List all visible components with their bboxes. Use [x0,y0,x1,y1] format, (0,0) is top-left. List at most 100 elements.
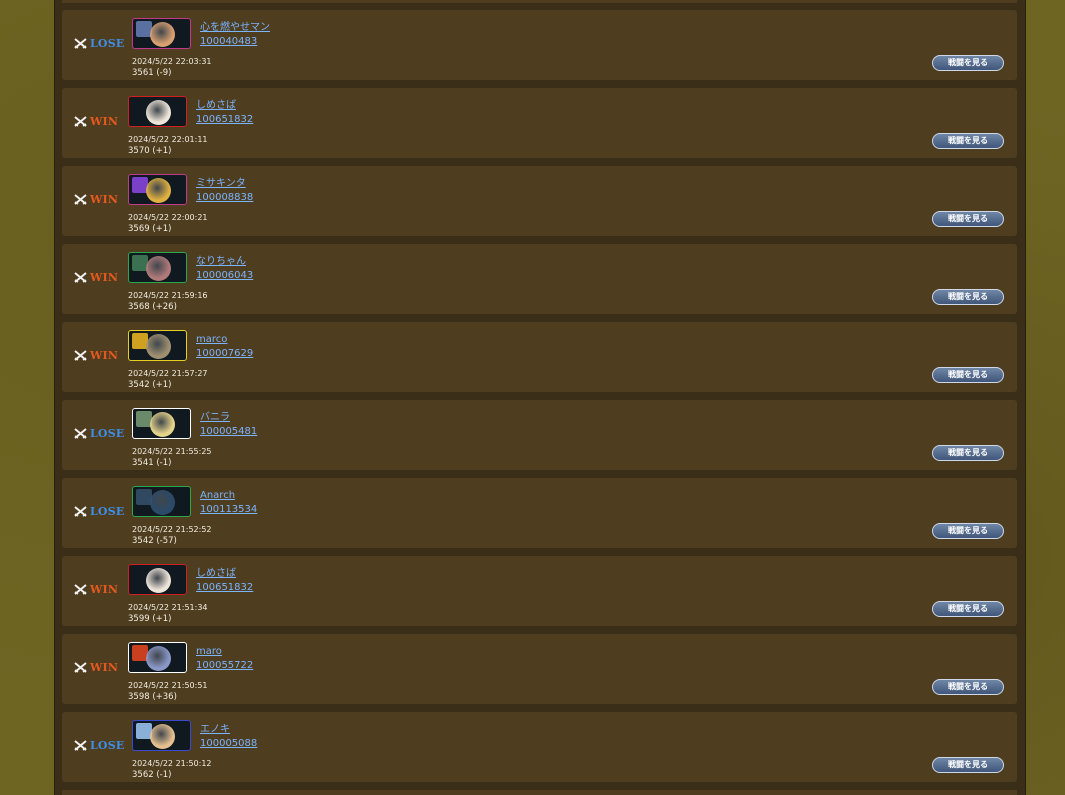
result-badge: LOSE [74,505,124,518]
opponent-id-link[interactable]: 100651832 [196,114,253,126]
result-label: WIN [90,661,119,674]
character-portrait-icon [150,412,175,437]
battle-datetime: 2024/5/22 22:01:11 [128,135,208,144]
opponent-avatar[interactable] [128,564,187,595]
result-label: WIN [90,271,119,284]
result-badge: WIN [74,115,118,128]
opponent-id-link[interactable]: 100007629 [196,348,253,360]
battle-datetime: 2024/5/22 21:51:34 [128,603,208,612]
battle-datetime: 2024/5/22 21:59:16 [128,291,208,300]
battle-datetime: 2024/5/22 21:50:51 [128,681,208,690]
battle-datetime: 2024/5/22 22:00:21 [128,213,208,222]
result-badge: WIN [74,271,118,284]
result-badge: LOSE [74,739,124,752]
crossed-swords-icon [74,272,87,283]
rating-change: 3542 (+1) [128,380,172,390]
crossed-swords-icon [74,194,87,205]
battle-entry: WIN しめさば 100651832 2024/5/22 21:51:34 3599 (… [62,556,1017,626]
result-label: WIN [90,583,119,596]
battle-entry: WIN marco 100007629 2024/5/22 21:57:27 3542 … [62,322,1017,392]
result-label: WIN [90,193,119,206]
battle-datetime: 2024/5/22 21:55:25 [132,447,212,456]
result-label: LOSE [90,37,125,50]
result-label: LOSE [90,739,125,752]
opponent-id-link[interactable]: 100005481 [200,426,257,438]
view-battle-button[interactable]: 戦闘を見る [932,757,1004,773]
opponent-name-link[interactable]: なりちゃん [196,256,246,268]
character-portrait-icon [150,724,175,749]
battle-entry: WIN maro 100055722 2024/5/22 21:50:51 3598 (… [62,634,1017,704]
battle-entry: WIN ミサキンタ 100008838 2024/5/22 22:00:21 3569 … [62,166,1017,236]
opponent-id-link[interactable]: 100008838 [196,192,253,204]
character-portrait-icon [150,22,175,47]
rating-change: 3542 (-57) [132,536,177,546]
crossed-swords-icon [74,584,87,595]
opponent-name-link[interactable]: しめさば [196,100,236,112]
result-badge: WIN [74,193,118,206]
character-portrait-icon [146,334,171,359]
opponent-id-link[interactable]: 100651832 [196,582,253,594]
result-label: WIN [90,349,119,362]
rating-change: 3569 (+1) [128,224,172,234]
result-badge: WIN [74,349,118,362]
battle-datetime: 2024/5/22 21:57:27 [128,369,208,378]
battle-entry: WIN しめさば 100651832 2024/5/22 22:01:11 3570 (… [62,88,1017,158]
opponent-name-link[interactable]: エノキ [200,724,230,736]
opponent-avatar[interactable] [128,252,187,283]
opponent-avatar[interactable] [132,486,191,517]
opponent-name-link[interactable]: Anarch [200,490,235,502]
battle-entry: LOSE 心を燃やせマン 100040483 2024/5/22 22:03:31 35… [62,10,1017,80]
opponent-name-link[interactable]: しめさば [196,568,236,580]
rating-change: 3561 (-9) [132,68,172,78]
opponent-id-link[interactable]: 100113534 [200,504,257,516]
opponent-name-link[interactable]: marco [196,334,227,346]
character-portrait-icon [146,178,171,203]
opponent-avatar[interactable] [128,96,187,127]
opponent-avatar[interactable] [128,174,187,205]
battle-datetime: 2024/5/22 22:03:31 [132,57,212,66]
previous-card-edge [62,0,1017,3]
view-battle-button[interactable]: 戦闘を見る [932,211,1004,227]
opponent-id-link[interactable]: 100005088 [200,738,257,750]
view-battle-button[interactable]: 戦闘を見る [932,367,1004,383]
crossed-swords-icon [74,428,87,439]
view-battle-button[interactable]: 戦闘を見る [932,289,1004,305]
result-badge: LOSE [74,427,124,440]
opponent-avatar[interactable] [128,642,187,673]
battle-entry: LOSE バニラ 100005481 2024/5/22 21:55:25 3541 (… [62,400,1017,470]
character-portrait-icon [150,490,175,515]
opponent-id-link[interactable]: 100006043 [196,270,253,282]
view-battle-button[interactable]: 戦闘を見る [932,601,1004,617]
view-battle-button[interactable]: 戦闘を見る [932,133,1004,149]
view-battle-button[interactable]: 戦闘を見る [932,55,1004,71]
character-portrait-icon [146,256,171,281]
rating-change: 3599 (+1) [128,614,172,624]
view-battle-button[interactable]: 戦闘を見る [932,445,1004,461]
opponent-name-link[interactable]: maro [196,646,222,658]
crossed-swords-icon [74,506,87,517]
next-card-edge [62,790,1017,795]
character-portrait-icon [146,568,171,593]
view-battle-button[interactable]: 戦闘を見る [932,679,1004,695]
battle-entry: WIN なりちゃん 100006043 2024/5/22 21:59:16 3568 … [62,244,1017,314]
crossed-swords-icon [74,740,87,751]
result-badge: LOSE [74,37,124,50]
opponent-id-link[interactable]: 100055722 [196,660,253,672]
opponent-avatar[interactable] [128,330,187,361]
battle-entry: LOSE エノキ 100005088 2024/5/22 21:50:12 3562 (… [62,712,1017,782]
rating-change: 3570 (+1) [128,146,172,156]
rating-change: 3562 (-1) [132,770,172,780]
opponent-avatar[interactable] [132,720,191,751]
view-battle-button[interactable]: 戦闘を見る [932,523,1004,539]
result-label: LOSE [90,505,125,518]
opponent-avatar[interactable] [132,18,191,49]
opponent-name-link[interactable]: 心を燃やせマン [200,22,270,34]
crossed-swords-icon [74,350,87,361]
battle-datetime: 2024/5/22 21:50:12 [132,759,212,768]
opponent-avatar[interactable] [132,408,191,439]
opponent-name-link[interactable]: ミサキンタ [196,178,246,190]
character-portrait-icon [146,100,171,125]
opponent-id-link[interactable]: 100040483 [200,36,257,48]
opponent-name-link[interactable]: バニラ [200,412,230,424]
result-badge: WIN [74,661,118,674]
